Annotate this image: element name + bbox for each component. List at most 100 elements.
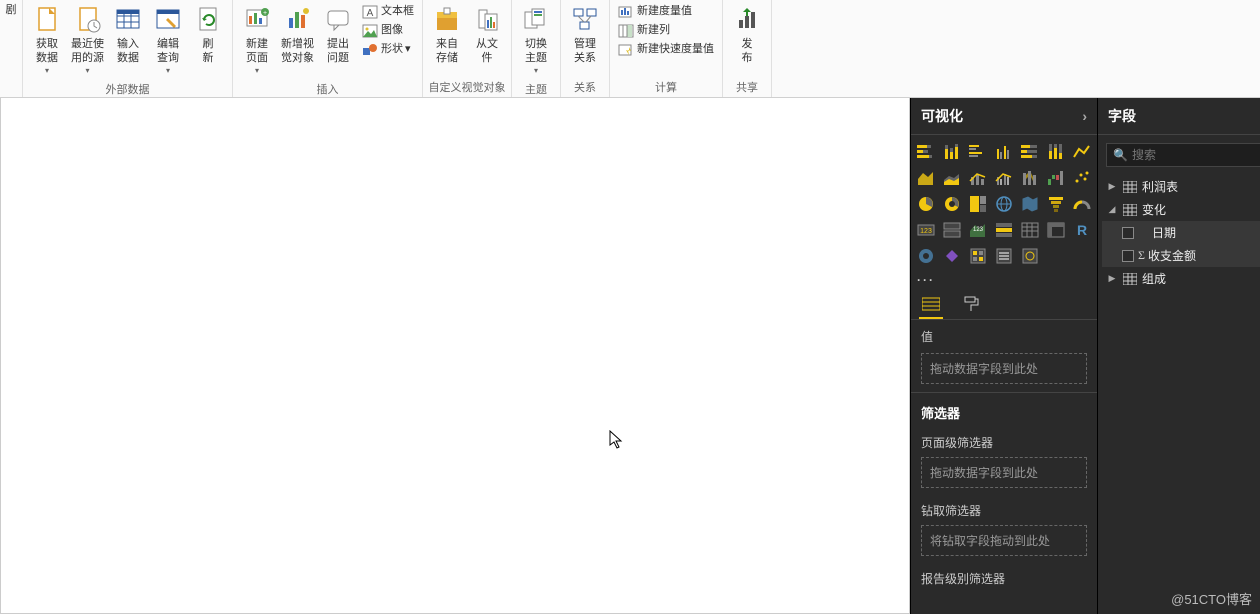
viz-card[interactable]: 123 — [915, 219, 937, 241]
viz-ribbon[interactable] — [1019, 167, 1041, 189]
from-store-button[interactable]: 来自 存储 — [427, 2, 467, 68]
viz-custom-2[interactable] — [993, 245, 1015, 267]
viz-100-stacked-column[interactable] — [1045, 141, 1067, 163]
fields-search[interactable]: 🔍 — [1106, 143, 1260, 167]
viz-map[interactable] — [993, 193, 1015, 215]
drill-filters-drop-zone[interactable]: 将钻取字段拖动到此处 — [921, 525, 1087, 556]
new-quick-measure-button[interactable]: 新建快速度量值 — [614, 40, 718, 59]
ask-question-label: 提出 问题 — [327, 38, 349, 66]
search-input[interactable] — [1132, 148, 1260, 162]
fields-panel-header[interactable]: 字段 › — [1098, 98, 1260, 135]
new-measure-button[interactable]: 新建度量值 — [614, 2, 718, 21]
refresh-icon — [192, 4, 224, 36]
image-button[interactable]: 图像 — [358, 21, 418, 40]
refresh-button[interactable]: 刷 新 — [188, 2, 228, 68]
viz-treemap[interactable] — [967, 193, 989, 215]
viz-funnel[interactable] — [1045, 193, 1067, 215]
page-filters-drop-zone[interactable]: 拖动数据字段到此处 — [921, 457, 1087, 488]
svg-text:+: + — [263, 10, 267, 17]
publish-button[interactable]: 发 布 — [727, 2, 767, 68]
viz-donut[interactable] — [941, 193, 963, 215]
fields-panel-title: 字段 — [1108, 106, 1136, 126]
viz-100-stacked-bar[interactable] — [1019, 141, 1041, 163]
report-filters-label: 报告级别筛选器 — [911, 564, 1097, 589]
report-canvas[interactable] — [0, 98, 910, 614]
viz-stacked-area[interactable] — [941, 167, 963, 189]
image-label: 图像 — [381, 21, 403, 40]
expand-icon: ▶ — [1106, 181, 1118, 192]
viz-stacked-column[interactable] — [941, 141, 963, 163]
viz-stacked-bar[interactable] — [915, 141, 937, 163]
values-drop-zone[interactable]: 拖动数据字段到此处 — [921, 353, 1087, 384]
viz-pie[interactable] — [915, 193, 937, 215]
viz-kpi[interactable]: 123 — [967, 219, 989, 241]
viz-clustered-column[interactable] — [993, 141, 1015, 163]
viz-line[interactable] — [1071, 141, 1093, 163]
group-calculations: 新建度量值 新建列 新建快速度量值 计算 — [610, 0, 723, 97]
checkbox[interactable] — [1122, 250, 1134, 262]
switch-theme-button[interactable]: 切换 主题 ▾ — [516, 2, 556, 78]
viz-slicer[interactable] — [993, 219, 1015, 241]
expand-icon: ▶ — [1106, 273, 1118, 284]
edge-button[interactable]: 剧 — [4, 2, 18, 20]
viz-more-button[interactable]: ··· — [911, 273, 1097, 291]
text-box-icon: A — [362, 4, 378, 20]
shapes-button[interactable]: 形状 ▾ — [358, 40, 418, 59]
get-data-button[interactable]: 获取 数据 ▾ — [27, 2, 67, 78]
format-tab[interactable] — [959, 295, 983, 319]
text-box-button[interactable]: A 文本框 — [358, 2, 418, 21]
viz-custom-1[interactable] — [967, 245, 989, 267]
file-visual-icon — [471, 4, 503, 36]
field-date[interactable]: 日期 — [1102, 221, 1260, 244]
visualizations-panel: 可视化 › — [910, 98, 1097, 614]
table-profit-label: 利润表 — [1142, 178, 1178, 195]
viz-filled-map[interactable] — [1019, 193, 1041, 215]
shapes-label: 形状 — [381, 40, 403, 59]
viz-power-apps[interactable] — [941, 245, 963, 267]
viz-table[interactable] — [1019, 219, 1041, 241]
enter-data-button[interactable]: 输入 数据 — [108, 2, 148, 68]
viz-clustered-bar[interactable] — [967, 141, 989, 163]
viz-multi-card[interactable] — [941, 219, 963, 241]
manage-relationships-button[interactable]: 管理 关系 — [565, 2, 605, 68]
viz-waterfall[interactable] — [1045, 167, 1067, 189]
table-icon — [1122, 204, 1138, 216]
viz-custom-3[interactable] — [1019, 245, 1041, 267]
table-profit[interactable]: ▶ 利润表 — [1102, 175, 1260, 198]
new-visual-button[interactable]: 新增视 觉对象 — [277, 2, 318, 68]
viz-arcgis[interactable] — [915, 245, 937, 267]
ask-question-button[interactable]: 提出 问题 — [318, 2, 358, 68]
table-change[interactable]: ◢ 变化 — [1102, 198, 1260, 221]
viz-line-stacked-column[interactable] — [967, 167, 989, 189]
viz-r-visual[interactable]: R — [1071, 219, 1093, 241]
new-column-button[interactable]: 新建列 — [614, 21, 718, 40]
viz-scatter[interactable] — [1071, 167, 1093, 189]
group-share: 发 布 共享 — [723, 0, 772, 97]
new-page-button[interactable]: + 新建 页面 ▾ — [237, 2, 277, 78]
from-file-button[interactable]: 从文 件 — [467, 2, 507, 68]
checkbox[interactable] — [1122, 227, 1134, 239]
field-amount[interactable]: Σ 收支金额 — [1102, 244, 1260, 267]
viz-line-clustered-column[interactable] — [993, 167, 1015, 189]
dropdown-caret-icon: ▾ — [85, 66, 89, 76]
viz-panel-header[interactable]: 可视化 › — [911, 98, 1097, 135]
table-composition[interactable]: ▶ 组成 — [1102, 267, 1260, 290]
viz-matrix[interactable] — [1045, 219, 1067, 241]
group-label-relationships: 关系 — [565, 76, 605, 97]
fields-tab[interactable] — [919, 295, 943, 319]
viz-gauge[interactable] — [1071, 193, 1093, 215]
dropdown-caret-icon: ▾ — [405, 40, 411, 59]
table-change-label: 变化 — [1142, 201, 1166, 218]
recent-sources-button[interactable]: 最近使 用的源 ▾ — [67, 2, 108, 78]
table-new-icon — [112, 4, 144, 36]
new-visual-icon — [282, 4, 314, 36]
group-label-share: 共享 — [727, 76, 767, 97]
collapse-icon: ◢ — [1106, 204, 1118, 215]
group-label-external: 外部数据 — [27, 78, 228, 99]
sigma-icon: Σ — [1138, 248, 1145, 263]
viz-area[interactable] — [915, 167, 937, 189]
values-label: 值 — [911, 320, 1097, 349]
main-area: 可视化 › — [0, 98, 1260, 614]
viz-panel-title: 可视化 — [921, 106, 963, 126]
edit-queries-button[interactable]: 编辑 查询 ▾ — [148, 2, 188, 78]
